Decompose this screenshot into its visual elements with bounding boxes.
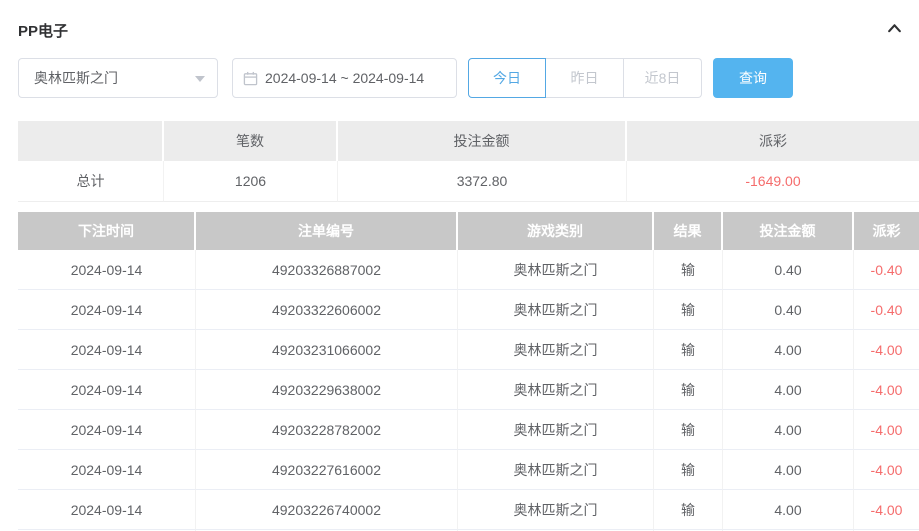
table-cell: 奥林匹斯之门	[458, 290, 654, 330]
table-cell: 3372.80	[338, 161, 627, 202]
table-cell: 输	[654, 290, 723, 330]
table-cell: -0.40	[854, 290, 919, 330]
date-range-value: 2024-09-14 ~ 2024-09-14	[265, 70, 424, 86]
table-cell: 2024-09-14	[18, 370, 196, 410]
table-row: 总计12063372.80-1649.00	[18, 161, 919, 202]
summary-col-bet-amount: 投注金额	[338, 121, 627, 161]
table-cell: 49203229638002	[196, 370, 458, 410]
summary-col-count: 笔数	[164, 121, 338, 161]
bet-col-time: 下注时间	[18, 212, 196, 250]
table-cell: 输	[654, 410, 723, 450]
table-cell: 49203228782002	[196, 410, 458, 450]
table-cell: 2024-09-14	[18, 330, 196, 370]
table-cell: 奥林匹斯之门	[458, 490, 654, 530]
table-row: 2024-09-1449203231066002奥林匹斯之门输4.00-4.00	[18, 330, 919, 370]
table-cell: 奥林匹斯之门	[458, 450, 654, 490]
table-cell: -1649.00	[627, 161, 919, 202]
table-cell: 49203231066002	[196, 330, 458, 370]
table-cell: 总计	[18, 161, 164, 202]
table-cell: 输	[654, 330, 723, 370]
table-row: 2024-09-1449203229638002奥林匹斯之门输4.00-4.00	[18, 370, 919, 410]
last-8-days-button[interactable]: 近8日	[624, 58, 702, 98]
chevron-up-icon	[886, 20, 903, 42]
bet-header-row: 下注时间 注单编号 游戏类别 结果 投注金额 派彩	[18, 212, 919, 250]
table-cell: 1206	[164, 161, 338, 202]
table-cell: 奥林匹斯之门	[458, 370, 654, 410]
bet-col-game-type: 游戏类别	[458, 212, 654, 250]
date-range-input[interactable]: 2024-09-14 ~ 2024-09-14	[232, 58, 457, 98]
yesterday-button[interactable]: 昨日	[546, 58, 624, 98]
collapse-panel-button[interactable]	[885, 22, 903, 40]
table-row: 2024-09-1449203326887002奥林匹斯之门输0.40-0.40	[18, 250, 919, 290]
table-cell: 0.40	[723, 290, 854, 330]
bet-col-payout: 派彩	[854, 212, 919, 250]
filter-bar: 奥林匹斯之门 2024-09-14 ~ 2024-09-14 今日 昨日 近8日…	[18, 58, 793, 98]
table-cell: 49203322606002	[196, 290, 458, 330]
table-cell: 4.00	[723, 490, 854, 530]
table-cell: 2024-09-14	[18, 490, 196, 530]
table-cell: 输	[654, 370, 723, 410]
bet-records-section: 下注时间 注单编号 游戏类别 结果 投注金额 派彩 2024-09-144920…	[18, 212, 919, 531]
table-cell: 输	[654, 490, 723, 530]
table-cell: 2024-09-14	[18, 410, 196, 450]
game-select-value: 奥林匹斯之门	[34, 68, 118, 88]
table-cell: -4.00	[854, 330, 919, 370]
table-cell: -0.40	[854, 250, 919, 290]
summary-col-empty	[18, 121, 164, 161]
today-button[interactable]: 今日	[468, 58, 546, 98]
table-cell: 2024-09-14	[18, 450, 196, 490]
calendar-icon	[243, 71, 258, 86]
table-row: 2024-09-1449203226740002奥林匹斯之门输4.00-4.00	[18, 490, 919, 530]
table-cell: 输	[654, 450, 723, 490]
summary-col-payout: 派彩	[627, 121, 919, 161]
bet-col-bet-amount: 投注金额	[723, 212, 854, 250]
quick-date-button-group: 今日 昨日 近8日	[468, 58, 702, 98]
bet-col-order-id: 注单编号	[196, 212, 458, 250]
page-title: PP电子	[18, 20, 68, 41]
table-cell: 奥林匹斯之门	[458, 250, 654, 290]
bet-records-table: 下注时间 注单编号 游戏类别 结果 投注金额 派彩 2024-09-144920…	[18, 212, 919, 531]
table-cell: 0.40	[723, 250, 854, 290]
table-cell: 4.00	[723, 330, 854, 370]
game-select[interactable]: 奥林匹斯之门	[18, 58, 218, 98]
table-cell: 2024-09-14	[18, 290, 196, 330]
summary-section: 笔数 投注金额 派彩 总计12063372.80-1649.00	[18, 121, 919, 202]
table-row: 2024-09-1449203228782002奥林匹斯之门输4.00-4.00	[18, 410, 919, 450]
table-cell: 4.00	[723, 370, 854, 410]
table-cell: 2024-09-14	[18, 250, 196, 290]
table-cell: 4.00	[723, 450, 854, 490]
table-cell: -4.00	[854, 450, 919, 490]
pp-electronic-panel: PP电子 奥林匹斯之门 2024-09-14 ~ 2024-09-14	[0, 0, 919, 531]
table-cell: -4.00	[854, 370, 919, 410]
caret-down-icon	[195, 76, 205, 82]
table-cell: 奥林匹斯之门	[458, 410, 654, 450]
table-cell: 49203226740002	[196, 490, 458, 530]
table-cell: 奥林匹斯之门	[458, 330, 654, 370]
summary-table: 笔数 投注金额 派彩 总计12063372.80-1649.00	[18, 121, 919, 202]
table-cell: 49203326887002	[196, 250, 458, 290]
bet-col-result: 结果	[654, 212, 723, 250]
table-cell: 输	[654, 250, 723, 290]
search-button[interactable]: 查询	[713, 58, 793, 98]
table-row: 2024-09-1449203227616002奥林匹斯之门输4.00-4.00	[18, 450, 919, 490]
table-cell: 49203227616002	[196, 450, 458, 490]
summary-header-row: 笔数 投注金额 派彩	[18, 121, 919, 161]
table-cell: 4.00	[723, 410, 854, 450]
table-row: 2024-09-1449203322606002奥林匹斯之门输0.40-0.40	[18, 290, 919, 330]
table-cell: -4.00	[854, 410, 919, 450]
table-cell: -4.00	[854, 490, 919, 530]
